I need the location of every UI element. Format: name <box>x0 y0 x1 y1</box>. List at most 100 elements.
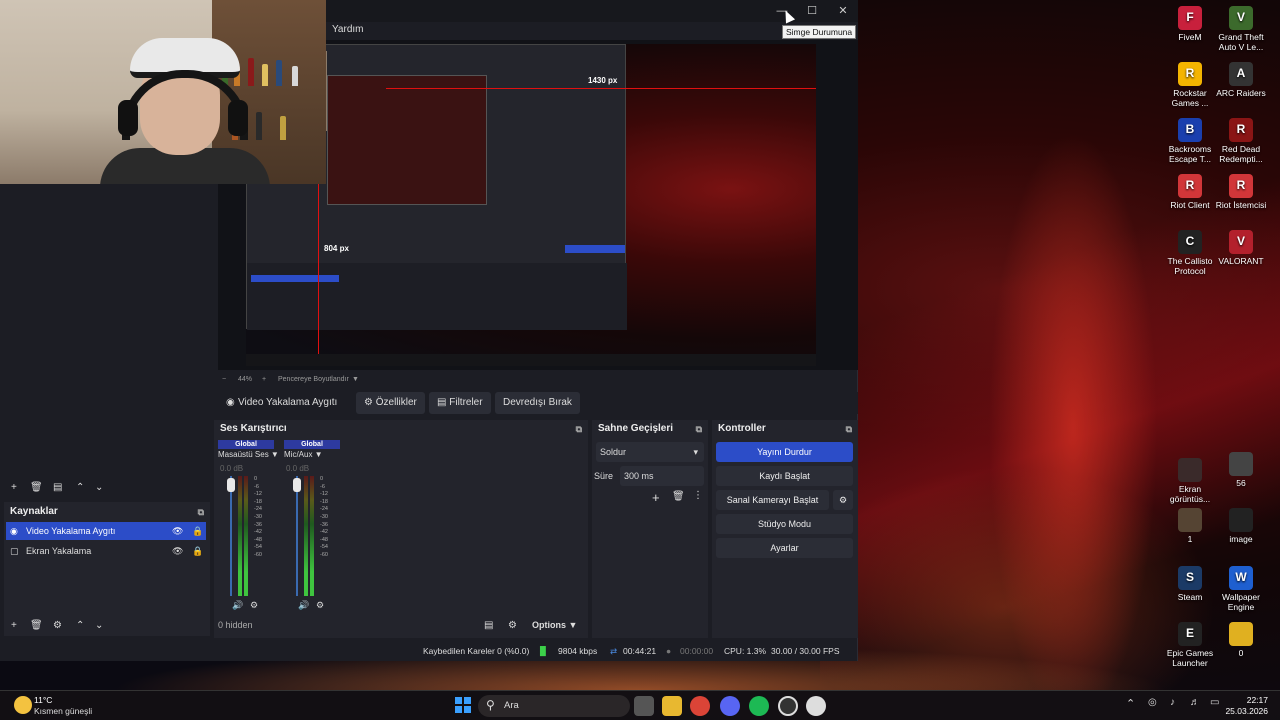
task-view-icon[interactable] <box>634 696 654 716</box>
app-icon <box>1229 508 1253 532</box>
desktop-icon[interactable]: A ARC Raiders <box>1211 62 1271 99</box>
gear-icon[interactable]: ⚙ <box>250 600 258 611</box>
fader-knob[interactable] <box>293 478 301 492</box>
menu-help[interactable]: Yardım <box>332 24 364 35</box>
desktop-icon[interactable]: V Grand Theft Auto V Le... <box>1211 6 1271 53</box>
source-settings-icon[interactable]: ⚙ <box>53 620 62 631</box>
source-item[interactable]: ◉ Video Yakalama Aygıtı 👁 🔒 <box>6 522 206 540</box>
close-button[interactable]: ✕ <box>833 3 853 19</box>
search-box[interactable]: ⚲ Ara <box>478 695 630 717</box>
undock-icon[interactable]: ⧉ <box>576 421 582 437</box>
app-icon: A <box>1229 62 1253 86</box>
remove-scene-icon[interactable]: 🗑 <box>30 482 43 493</box>
app-icon: S <box>1178 566 1202 590</box>
maximize-button[interactable]: ☐ <box>802 3 822 19</box>
add-transition-icon[interactable]: + <box>652 490 660 505</box>
source-item[interactable]: ▢ Ekran Yakalama 👁 🔒 <box>6 542 206 560</box>
lock-icon[interactable]: 🔒 <box>192 522 203 540</box>
virtualcam-settings-icon[interactable]: ⚙ <box>833 490 853 510</box>
gear-icon[interactable]: ⚙ <box>316 600 324 611</box>
start-icon[interactable] <box>455 697 471 713</box>
webcam-overlay <box>0 0 326 184</box>
move-up-icon[interactable]: ⌃ <box>76 482 84 493</box>
eye-icon[interactable]: 👁 <box>172 522 183 540</box>
weather-temp[interactable]: 11°C <box>34 695 52 705</box>
desktop-icon[interactable]: 56 <box>1211 452 1271 489</box>
desktop-icon-label: Riot İstemcisi <box>1215 200 1267 210</box>
remove-source-icon[interactable]: 🗑 <box>30 620 43 631</box>
desktop-icon-label: Wallpaper Engine <box>1222 592 1260 612</box>
desktop-icon[interactable]: W Wallpaper Engine <box>1211 566 1271 613</box>
channel-name[interactable]: Mic/Aux ▼ <box>284 450 323 459</box>
start-recording-button[interactable]: Kaydı Başlat <box>716 466 853 486</box>
obs-icon[interactable] <box>778 696 798 716</box>
record-time: 00:00:00 <box>680 646 714 656</box>
stop-streaming-button[interactable]: Yayını Durdur <box>716 442 853 462</box>
zoom-in-icon[interactable]: + <box>262 376 266 383</box>
studio-mode-button[interactable]: Stüdyo Modu <box>716 514 853 534</box>
transition-select[interactable]: Soldur ▾ <box>596 442 704 462</box>
more-options-icon[interactable]: ⋮ <box>693 490 703 501</box>
settings-button[interactable]: Ayarlar <box>716 538 853 558</box>
mic-icon[interactable]: ♪ <box>1170 697 1175 708</box>
spotify-icon[interactable] <box>749 696 769 716</box>
desktop-icon[interactable]: V VALORANT <box>1211 230 1271 267</box>
desktop-icon-label: VALORANT <box>1218 256 1264 266</box>
fit-to-window[interactable]: Pencereye Boyutlandır <box>278 376 349 383</box>
desktop-icon[interactable]: R Red Dead Redempti... <box>1211 118 1271 165</box>
desktop-icon[interactable]: 0 <box>1211 622 1271 659</box>
scale-tick: -60 <box>254 551 262 558</box>
lock-icon[interactable]: 🔒 <box>192 542 203 560</box>
move-down-icon[interactable]: ⌄ <box>95 482 103 493</box>
desktop-icon[interactable]: R Riot İstemcisi <box>1211 174 1271 211</box>
volume-fader[interactable] <box>296 476 298 596</box>
clock-date[interactable]: 25.03.2026 <box>1224 706 1268 716</box>
volume-fader[interactable] <box>230 476 232 596</box>
speaker-icon[interactable]: ♬ <box>1190 697 1200 708</box>
move-up-icon[interactable]: ⌃ <box>76 620 84 631</box>
properties-button[interactable]: ⚙ Özellikler <box>356 392 425 414</box>
scene-filter-icon[interactable]: ▤ <box>53 482 62 493</box>
add-source-icon[interactable]: + <box>11 620 17 631</box>
weather-icon[interactable] <box>14 696 32 714</box>
clock-time[interactable]: 22:17 <box>1228 695 1268 705</box>
battery-icon[interactable]: ▭ <box>1210 697 1219 708</box>
weather-desc[interactable]: Kısmen güneşli <box>34 706 92 716</box>
chrome-icon[interactable] <box>690 696 710 716</box>
desktop-icon[interactable]: image <box>1211 508 1271 545</box>
channel-name[interactable]: Masaüstü Ses ▼ <box>218 450 279 459</box>
search-placeholder: Ara <box>504 700 519 711</box>
fader-knob[interactable] <box>227 478 235 492</box>
move-down-icon[interactable]: ⌄ <box>95 620 103 631</box>
undock-icon[interactable]: ⧉ <box>846 421 852 437</box>
chevron-up-icon[interactable]: ⌃ <box>1126 697 1135 710</box>
deactivate-button[interactable]: Devredışı Bırak <box>495 392 580 414</box>
eye-icon[interactable]: 👁 <box>172 542 183 560</box>
filters-button[interactable]: ▤ Filtreler <box>429 392 491 414</box>
start-virtualcam-button[interactable]: Sanal Kamerayı Başlat <box>716 490 829 510</box>
desktop-icon-label: ARC Raiders <box>1216 88 1266 98</box>
discord-icon[interactable] <box>720 696 740 716</box>
duration-spinbox[interactable]: 300 ms <box>620 466 704 486</box>
undock-icon[interactable]: ⧉ <box>198 504 204 520</box>
undock-icon[interactable]: ⧉ <box>696 421 702 437</box>
taskbar: 11°C Kısmen güneşli ⚲ Ara ⌃ ◎ ♪ ♬ ▭ 22:1… <box>0 690 1280 720</box>
speaker-icon[interactable]: 🔊 <box>298 600 309 611</box>
options-dropdown[interactable]: Options ▼ <box>532 620 577 630</box>
mixer-channel: Global Mic/Aux ▼ 0.0 dB 0 -6 -12 -18 -24 -30 -36-… <box>284 440 340 616</box>
zoom-out-icon[interactable]: − <box>222 376 226 383</box>
file-explorer-icon[interactable] <box>662 696 682 716</box>
layout-icon[interactable]: ▤ <box>484 620 493 631</box>
speaker-icon[interactable]: 🔊 <box>232 600 243 611</box>
mixer-settings-icon[interactable]: ⚙ <box>508 620 517 631</box>
transitions-title-text: Sahne Geçişleri <box>598 423 674 434</box>
remove-transition-icon[interactable]: 🗑 <box>672 491 685 502</box>
global-tag: Global <box>218 440 274 449</box>
chevron-down-icon[interactable]: ▼ <box>352 376 359 383</box>
scale-tick: -48 <box>320 536 328 543</box>
network-icon[interactable]: ◎ <box>1148 697 1157 708</box>
global-tag: Global <box>284 440 340 449</box>
level-meter <box>310 476 314 596</box>
app-icon[interactable] <box>806 696 826 716</box>
add-scene-icon[interactable]: + <box>11 482 17 493</box>
